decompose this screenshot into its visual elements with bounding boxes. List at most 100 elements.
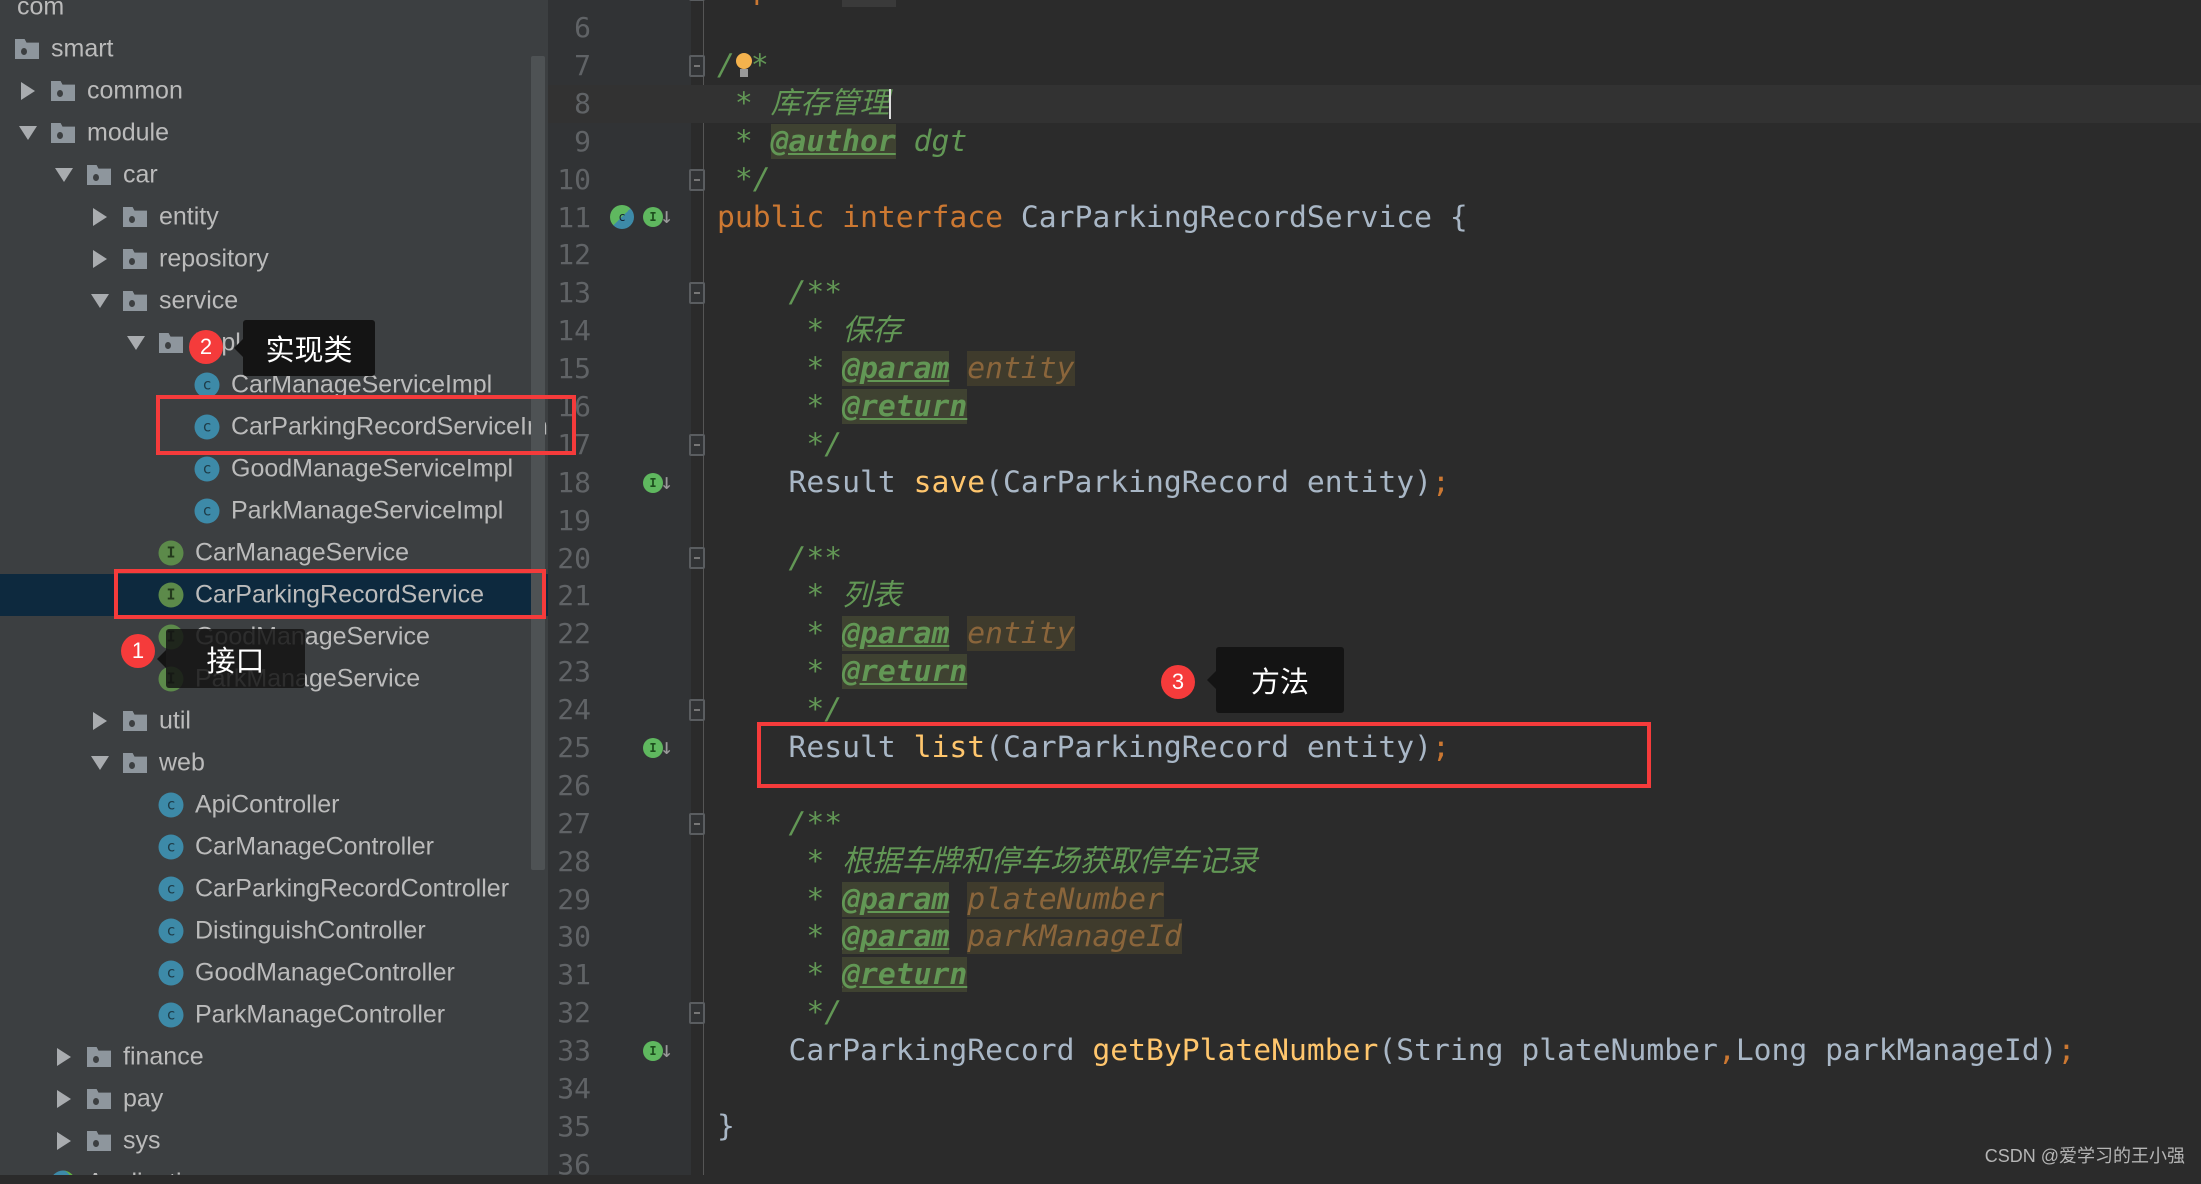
code-token: Long parkManageId) [1735, 1033, 2058, 1069]
fold-marker-icon[interactable] [689, 0, 705, 2]
code-line[interactable]: 9 * @author dgt [548, 123, 2201, 161]
code-line[interactable]: 29 * @param plateNumber [548, 881, 2201, 919]
tree-item[interactable]: Application [0, 1162, 548, 1175]
package-folder-icon [123, 753, 147, 773]
chevron-right-icon[interactable] [57, 1090, 71, 1108]
code-line[interactable]: 19 [548, 502, 2201, 540]
code-line[interactable]: 33 I ↓ CarParkingRecord getByPlateNumber(S… [548, 1032, 2201, 1070]
code-line[interactable]: 36 [548, 1146, 2201, 1184]
code-line[interactable]: 17 */ [548, 426, 2201, 464]
tree-item[interactable]: c ParkManageServiceImpl [0, 490, 548, 532]
code-token: * [750, 47, 769, 83]
tree-item-label: common [87, 76, 183, 105]
chevron-right-icon[interactable] [21, 82, 35, 100]
code-token: entity [967, 351, 1075, 387]
implementations-icon[interactable]: c [610, 205, 634, 230]
lightbulb-icon[interactable] [735, 53, 752, 79]
tree-item[interactable]: c CarManageController [0, 826, 548, 868]
fold-marker-icon[interactable] [689, 168, 705, 191]
code-line[interactable]: 13 /** [548, 274, 2201, 312]
code-editor[interactable]: 5import ... 67/*8 * 库存管理9 * @author dgt10… [548, 0, 2201, 1184]
tree-item[interactable]: I CarManageService [0, 532, 548, 574]
code-text: * @author dgt [717, 123, 967, 161]
chevron-down-icon[interactable] [127, 336, 145, 350]
line-number: 21 [557, 579, 591, 613]
tree-item[interactable]: sys [0, 1120, 548, 1162]
tree-item[interactable]: web [0, 742, 548, 784]
tree-item[interactable]: pay [0, 1078, 548, 1120]
tree-item[interactable]: entity [0, 196, 548, 238]
tree-item[interactable]: c GoodManageController [0, 952, 548, 994]
fold-marker-icon[interactable] [689, 1002, 705, 1025]
code-line[interactable]: 8 * 库存管理 [548, 84, 2201, 123]
line-number: 20 [557, 541, 591, 575]
fold-marker-icon[interactable] [689, 433, 705, 456]
code-line[interactable]: 6 [548, 9, 2201, 47]
code-line[interactable]: 31 * @return [548, 956, 2201, 994]
code-token: */ [717, 995, 843, 1031]
code-line[interactable]: 11 I ↓ c public interface CarParkingRecordSe… [548, 199, 2201, 237]
chevron-down-icon[interactable] [55, 168, 73, 182]
chevron-right-icon[interactable] [93, 250, 107, 268]
tree-item-label: sys [123, 1126, 161, 1155]
chevron-right-icon[interactable] [57, 1132, 71, 1150]
line-number: 6 [574, 11, 591, 45]
tree-item[interactable]: repository [0, 238, 548, 280]
code-text: * 库存管理 [717, 85, 892, 123]
class-icon: c [158, 918, 184, 944]
code-line[interactable]: 16 * @return [548, 388, 2201, 426]
code-text: /** [717, 805, 842, 843]
code-line[interactable]: 15 * @param entity [548, 350, 2201, 388]
fold-marker-icon[interactable] [689, 699, 705, 722]
tree-item[interactable]: car [0, 154, 548, 196]
code-line[interactable]: 18 I ↓ Result save(CarParkingRecord entity… [548, 464, 2201, 502]
tree-item[interactable]: smart [0, 28, 548, 70]
app-icon [50, 1170, 76, 1175]
tree-item[interactable]: finance [0, 1036, 548, 1078]
fold-marker-icon[interactable] [689, 812, 705, 835]
code-token: * 根据车牌和停车场获取停车记录 [717, 843, 1258, 879]
code-line[interactable]: 30 * @param parkManageId [548, 918, 2201, 956]
chevron-right-icon[interactable] [57, 1048, 71, 1066]
code-token: * [717, 881, 843, 917]
code-line[interactable]: 23 * @return [548, 653, 2201, 691]
chevron-down-icon[interactable] [91, 294, 109, 308]
fold-marker-icon[interactable] [689, 282, 705, 305]
tree-item[interactable]: c DistinguishController [0, 910, 548, 952]
tree-item[interactable]: com [0, 0, 548, 28]
code-line[interactable]: 28 * 根据车牌和停车场获取停车记录 [548, 843, 2201, 881]
code-line[interactable]: 20 /** [548, 540, 2201, 578]
chevron-down-icon[interactable] [91, 756, 109, 770]
code-line[interactable]: 34 [548, 1070, 2201, 1108]
package-folder-icon [87, 165, 111, 185]
code-line[interactable]: 21 * 列表 [548, 577, 2201, 615]
code-token: /** [717, 540, 843, 576]
code-line[interactable]: 22 * @param entity [548, 615, 2201, 653]
tree-item[interactable]: c ApiController [0, 784, 548, 826]
fold-marker-icon[interactable] [689, 54, 705, 77]
chevron-right-icon[interactable] [93, 208, 107, 226]
tree-item[interactable]: service [0, 280, 548, 322]
fold-marker-icon[interactable] [689, 547, 705, 570]
code-line[interactable]: 32 */ [548, 994, 2201, 1032]
tree-item[interactable]: module [0, 112, 548, 154]
code-text: CarParkingRecord getByPlateNumber(String… [717, 1032, 2075, 1070]
line-number: 35 [557, 1109, 591, 1143]
code-line[interactable]: 35} [548, 1108, 2201, 1146]
code-token: CarParkingRecord [717, 1033, 1093, 1069]
code-line[interactable]: 10 */ [548, 161, 2201, 199]
code-line[interactable]: 12 [548, 236, 2201, 274]
tree-item[interactable]: util [0, 700, 548, 742]
chevron-down-icon[interactable] [19, 126, 37, 140]
tree-scrollbar[interactable] [531, 56, 545, 870]
code-line[interactable]: 7/* [548, 47, 2201, 85]
tree-item[interactable]: c ParkManageController [0, 994, 548, 1036]
tree-item[interactable]: c CarParkingRecordController [0, 868, 548, 910]
code-line[interactable]: 27 /** [548, 805, 2201, 843]
chevron-right-icon[interactable] [93, 712, 107, 730]
code-line[interactable]: 14 * 保存 [548, 312, 2201, 350]
interface-icon: I [158, 540, 184, 566]
tree-item[interactable]: common [0, 70, 548, 112]
code-line[interactable]: 5 import ... [548, 0, 2201, 9]
